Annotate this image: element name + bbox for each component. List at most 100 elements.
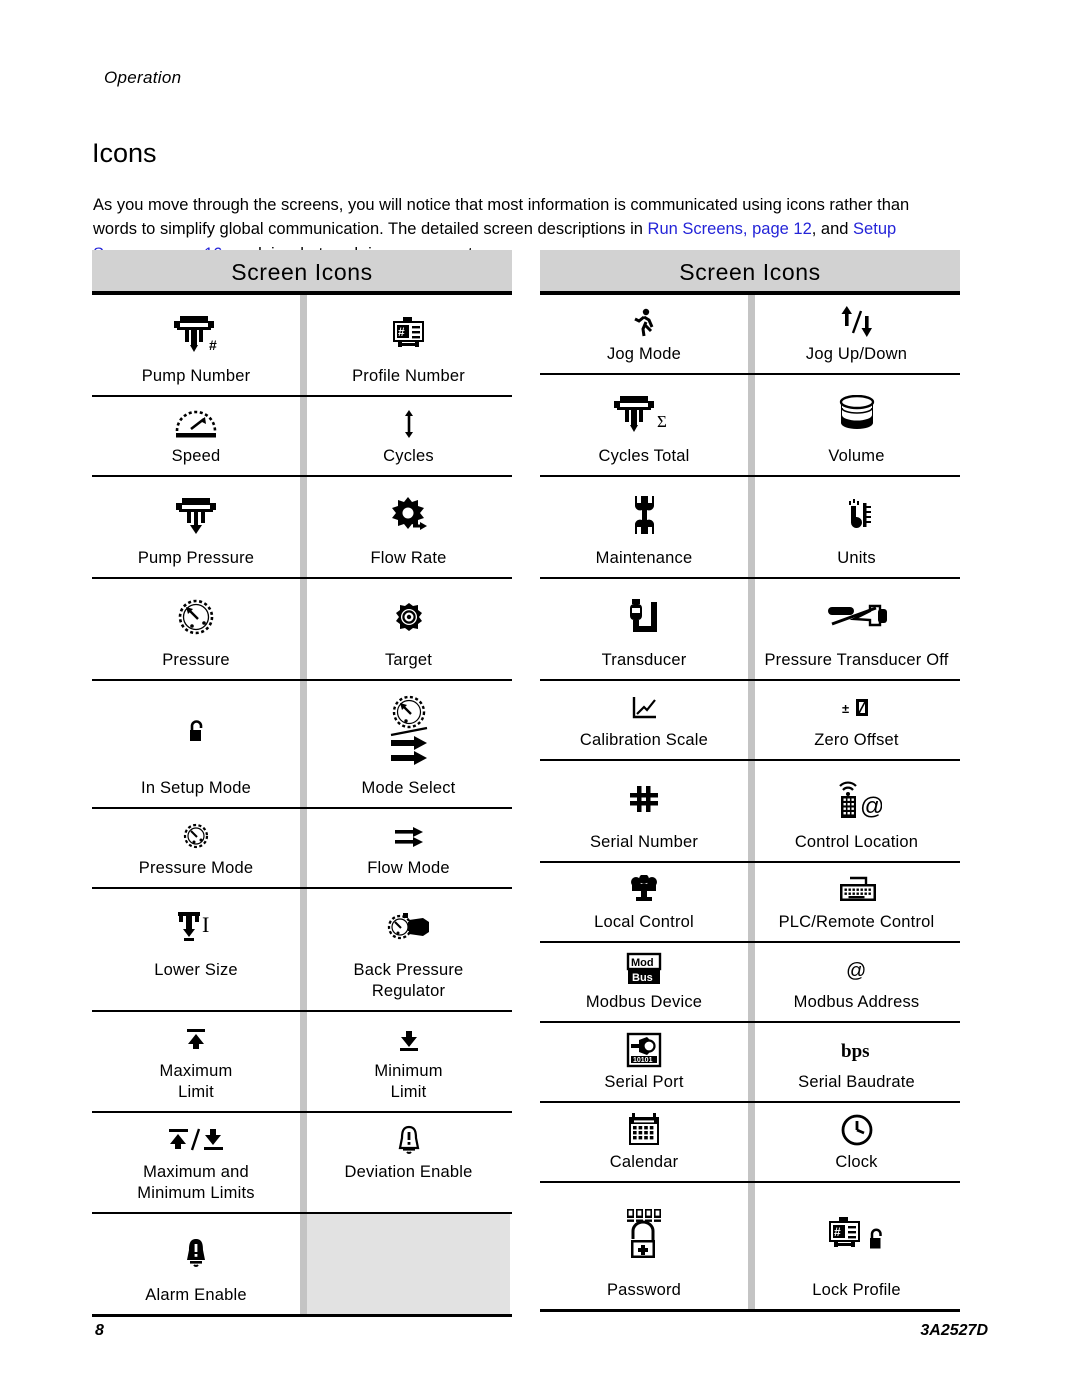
- transducer-icon: [623, 586, 665, 648]
- svg-text:Mod: Mod: [631, 957, 654, 969]
- icon-label: Clock: [835, 1153, 878, 1171]
- profile-number-icon: #: [390, 302, 428, 364]
- icon-cell: Calibration Scale: [540, 681, 750, 759]
- icon-cell: Pressure: [92, 579, 302, 679]
- table-body-left: # Pump Number # Profile Number Speed Cyc…: [92, 295, 512, 1317]
- icon-label: Control Location: [794, 833, 919, 851]
- icon-cell: Σ Cycles Total: [540, 375, 750, 475]
- svg-text:#: #: [834, 1225, 841, 1239]
- icon-label: Maintenance: [595, 549, 693, 567]
- icon-label: Jog Mode: [606, 345, 682, 363]
- control-location-icon: @: [832, 768, 882, 830]
- icon-label: Pressure Transducer Off: [764, 651, 949, 669]
- zero-offset-icon: ±: [840, 688, 874, 728]
- table-row: Transducer Pressure Transducer Off: [540, 579, 960, 681]
- icon-cell: Flow Mode: [300, 809, 510, 887]
- pump-pressure-icon: [175, 484, 217, 546]
- svg-text:bps: bps: [841, 1041, 870, 1062]
- jog-up-down-icon: [834, 302, 880, 342]
- icon-cell: Flow Rate: [300, 477, 510, 577]
- icon-cell: Jog Up/Down: [748, 295, 958, 373]
- icon-label: Modbus Address: [793, 993, 920, 1011]
- footer-page-number: 8: [95, 1322, 104, 1339]
- pressure-dial-icon: [176, 586, 216, 648]
- max-min-limits-icon: [166, 1120, 226, 1160]
- calibration-scale-icon: [629, 688, 659, 728]
- icon-cell: PLC/Remote Control: [748, 863, 958, 941]
- lock-profile-icon: #: [826, 1190, 888, 1278]
- volume-icon: [837, 382, 877, 444]
- icon-cell: Target: [300, 579, 510, 679]
- icon-cell: Maximum Limit: [92, 1012, 302, 1111]
- table-row: Mod Bus Modbus Device @ Modbus Address: [540, 943, 960, 1023]
- serial-port-icon: 10101: [625, 1030, 663, 1070]
- link-run-screens[interactable]: Run Screens, page 12: [648, 220, 812, 238]
- icon-label: Pump Pressure: [137, 549, 255, 567]
- icon-cell: I Lower Size: [92, 889, 302, 1010]
- footer-document-number: 3A2527D: [920, 1322, 988, 1339]
- icon-cell: Maintenance: [540, 477, 750, 577]
- icon-cell: Pressure Transducer Off: [748, 579, 958, 679]
- icon-cell: # Pump Number: [92, 295, 302, 395]
- icon-cell: Pump Pressure: [92, 477, 302, 577]
- table-row: 10101 Serial Port bps Serial Baudrate: [540, 1023, 960, 1103]
- icon-cell: Minimum Limit: [300, 1012, 510, 1111]
- icon-label: Transducer: [601, 651, 687, 669]
- setup-mode-lock-icon: [186, 688, 206, 776]
- icon-label: Units: [837, 549, 876, 567]
- icon-cell: Password: [540, 1183, 750, 1309]
- icon-label: Calendar: [609, 1153, 679, 1171]
- icon-label: Cycles: [383, 447, 434, 465]
- icon-label: Flow Mode: [367, 859, 450, 877]
- cycles-icon: [400, 404, 418, 444]
- mode-select-icon: [383, 688, 435, 776]
- icon-label: Serial Baudrate: [798, 1073, 915, 1091]
- page-title: Icons: [92, 138, 157, 169]
- icon-cell: bps Serial Baudrate: [748, 1023, 958, 1101]
- icon-label: PLC/Remote Control: [778, 913, 935, 931]
- icon-cell: Deviation Enable: [300, 1113, 510, 1212]
- local-control-icon: [628, 870, 660, 910]
- maximum-limit-icon: [182, 1019, 210, 1059]
- svg-text:10101: 10101: [633, 1057, 653, 1064]
- icon-cell: Serial Number: [540, 761, 750, 861]
- icon-cell: Speed: [92, 397, 302, 475]
- lower-size-icon: I: [173, 896, 219, 958]
- clock-icon: [840, 1110, 874, 1150]
- icon-cell: Transducer: [540, 579, 750, 679]
- icon-cell: Alarm Enable: [92, 1214, 302, 1314]
- icon-cell: Mode Select: [300, 681, 510, 807]
- table-row: Alarm Enable: [92, 1214, 512, 1314]
- icon-label: Target: [384, 651, 433, 669]
- table-row: Serial Number @ Control Location: [540, 761, 960, 863]
- svg-text:I: I: [202, 912, 209, 937]
- jog-mode-icon: [630, 302, 658, 342]
- back-pressure-regulator-icon: [385, 896, 433, 958]
- icon-label: Speed: [171, 447, 221, 465]
- table-body-right: Jog Mode Jog Up/Down Σ Cycles Total Volu…: [540, 295, 960, 1312]
- screen-icons-table-left: Screen Icons # Pump Number # Profile Num: [92, 250, 512, 1317]
- icon-label: In Setup Mode: [141, 779, 251, 797]
- icon-cell: @ Modbus Address: [748, 943, 958, 1021]
- document-page: Operation Icons As you move through the …: [0, 0, 1080, 1397]
- icon-label: Calibration Scale: [579, 731, 709, 749]
- table-row: In Setup Mode Mode Select: [92, 681, 512, 809]
- svg-text:#: #: [398, 325, 405, 339]
- icon-cell: Cycles: [300, 397, 510, 475]
- table-row: I Lower Size Back Pressure Regulator: [92, 889, 512, 1012]
- table-row: Pump Pressure Flow Rate: [92, 477, 512, 579]
- icon-cell: Jog Mode: [540, 295, 750, 373]
- table-header-right: Screen Icons: [540, 250, 960, 295]
- icon-cell: Maximum and Minimum Limits: [92, 1113, 302, 1212]
- icon-cell: Mod Bus Modbus Device: [540, 943, 750, 1021]
- table-row: Jog Mode Jog Up/Down: [540, 295, 960, 375]
- icon-label: Serial Number: [589, 833, 699, 851]
- modbus-address-icon: @: [842, 950, 872, 990]
- alarm-enable-icon: [181, 1221, 211, 1283]
- icon-label: Modbus Device: [585, 993, 703, 1011]
- pump-number-icon: #: [173, 302, 219, 364]
- icon-cell: Pressure Mode: [92, 809, 302, 887]
- icon-cell: Volume: [748, 375, 958, 475]
- svg-text:Σ: Σ: [657, 412, 667, 431]
- cycles-total-icon: Σ: [613, 382, 675, 444]
